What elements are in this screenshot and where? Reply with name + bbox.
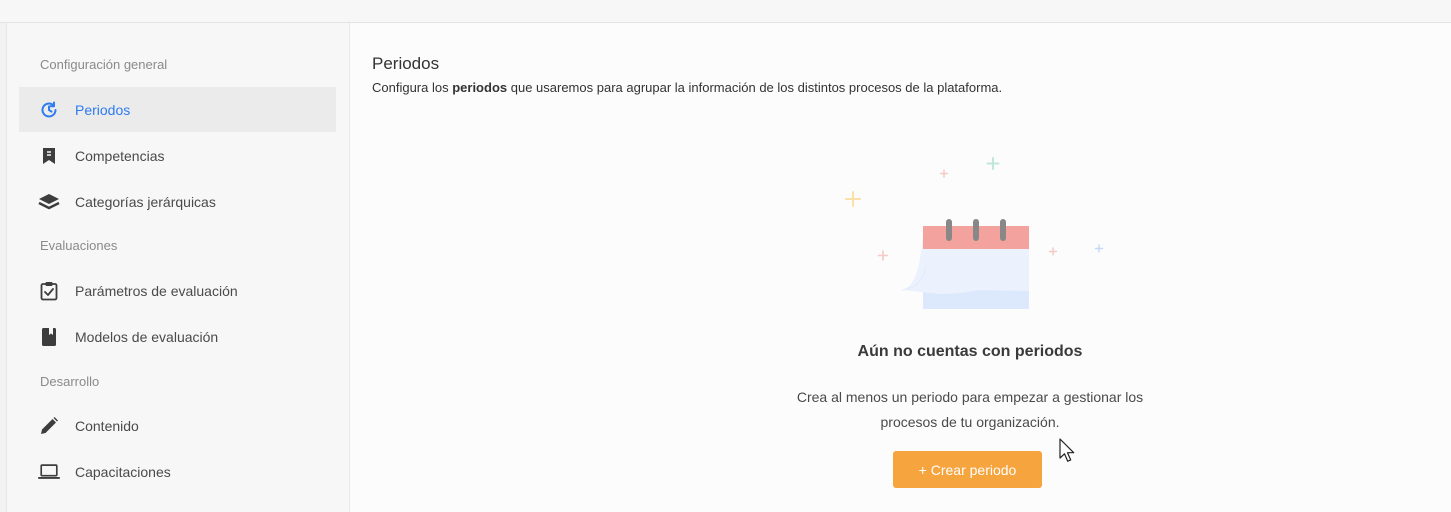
description-prefix: Configura los xyxy=(372,80,453,95)
description-suffix: que usaremos para agrupar la información… xyxy=(507,80,1003,95)
settings-sidebar: Configuración general Periodos Competenc… xyxy=(7,23,350,512)
sidebar-item-parametros[interactable]: Parámetros de evaluación xyxy=(19,268,336,313)
empty-state-description-line1: Crea al menos un periodo para empezar a … xyxy=(796,389,1144,405)
book-icon xyxy=(38,326,60,348)
sidebar-item-categorias[interactable]: Categorías jerárquicas xyxy=(19,179,336,224)
calendar-icon xyxy=(830,148,1110,313)
sidebar-item-label: Categorías jerárquicas xyxy=(75,193,216,210)
empty-state-title: Aún no cuentas con periodos xyxy=(857,343,1083,360)
sidebar-item-label: Contenido xyxy=(75,417,139,434)
app-frame: Configuración general Periodos Competenc… xyxy=(6,23,1451,512)
sidebar-item-periodos[interactable]: Periodos xyxy=(19,87,336,132)
clipboard-check-icon xyxy=(38,280,60,302)
sidebar-item-contenido[interactable]: Contenido xyxy=(19,403,336,448)
sidebar-item-modelos[interactable]: Modelos de evaluación xyxy=(19,314,336,359)
create-period-button[interactable]: + Crear periodo xyxy=(893,451,1042,488)
laptop-icon xyxy=(38,461,60,483)
top-bar xyxy=(0,0,1451,23)
empty-state-description-line2: procesos de tu organización. xyxy=(880,414,1060,430)
sidebar-item-competencias[interactable]: Competencias xyxy=(19,133,336,178)
empty-state-description: Crea al menos un periodo para empezar a … xyxy=(750,385,1190,435)
pencil-icon xyxy=(38,415,60,437)
sidebar-item-label: Competencias xyxy=(75,147,165,164)
sidebar-item-label: Capacitaciones xyxy=(75,463,171,480)
section-title-configuracion: Configuración general xyxy=(40,57,168,72)
page-title: Periodos xyxy=(372,54,440,73)
clock-refresh-icon xyxy=(38,99,60,121)
main-content: Periodos Configura los periodos que usar… xyxy=(350,23,1451,512)
section-title-evaluaciones: Evaluaciones xyxy=(40,238,118,253)
section-title-desarrollo: Desarrollo xyxy=(40,374,100,389)
bookmark-icon xyxy=(38,145,60,167)
sidebar-item-label: Periodos xyxy=(75,101,131,118)
layers-icon xyxy=(38,191,60,213)
sidebar-item-capacitaciones[interactable]: Capacitaciones xyxy=(19,449,336,494)
mouse-cursor-icon xyxy=(1058,438,1076,469)
page-description: Configura los periodos que usaremos para… xyxy=(372,80,1002,95)
sidebar-item-label: Parámetros de evaluación xyxy=(75,282,238,299)
sidebar-item-label: Modelos de evaluación xyxy=(75,328,219,345)
description-bold: periodos xyxy=(452,80,508,95)
